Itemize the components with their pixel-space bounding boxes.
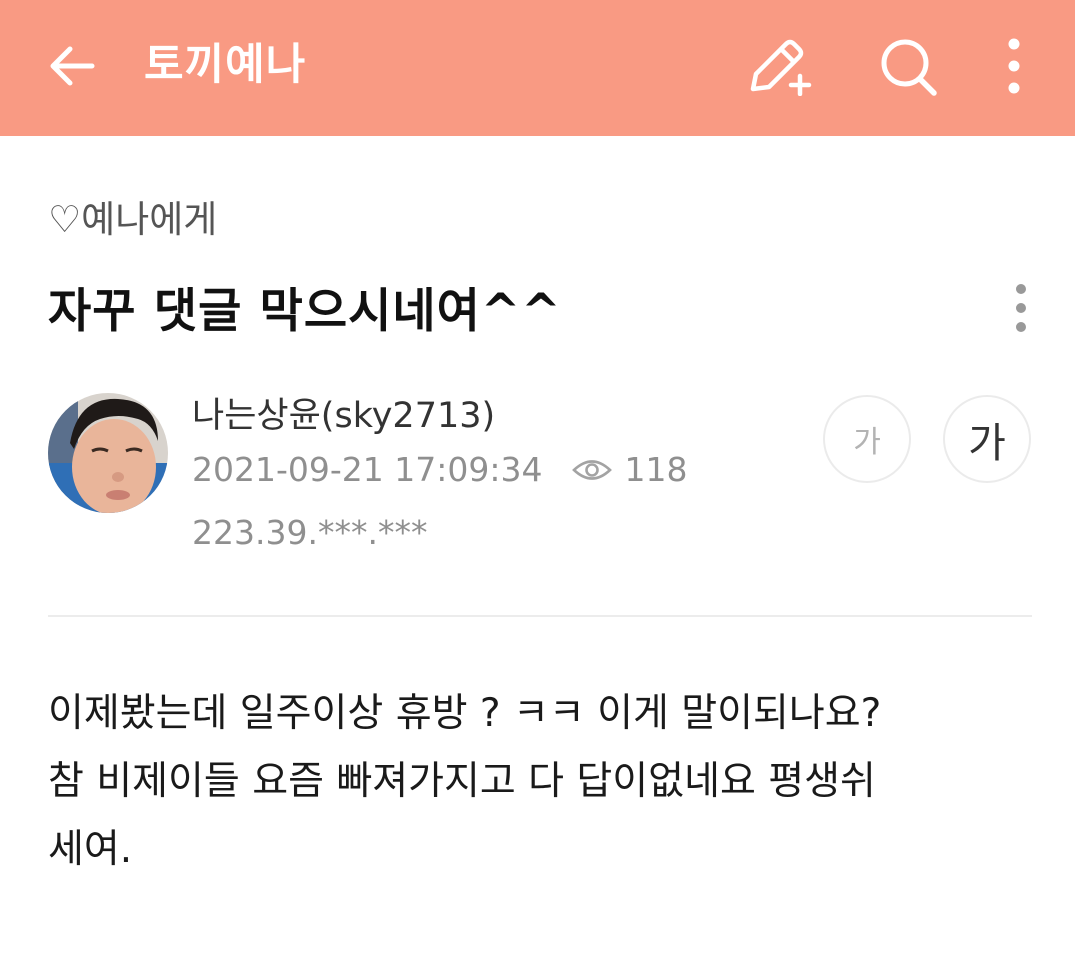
- avatar[interactable]: [48, 393, 168, 513]
- post-category[interactable]: ♡예나에게: [48, 196, 217, 244]
- arrow-left-icon[interactable]: [44, 38, 100, 94]
- author-name[interactable]: 나는상윤(sky2713): [192, 392, 495, 440]
- view-count: 118: [624, 450, 688, 489]
- font-size-decrease-button[interactable]: 가: [823, 395, 911, 483]
- app-header: 토끼예나: [0, 0, 1075, 136]
- post-more-icon[interactable]: [1002, 282, 1040, 334]
- post-meta: 2021-09-21 17:09:34 118: [192, 446, 687, 494]
- post-body-line: 이제봤는데 일주이상 휴방 ? ㅋㅋ 이게 말이되나요?: [48, 691, 882, 736]
- post-date: 2021-09-21 17:09:34: [192, 450, 543, 489]
- post-body-line: 세여.: [48, 827, 133, 872]
- pencil-plus-icon[interactable]: [744, 34, 814, 96]
- post-body-line: 참 비제이들 요즘 빠져가지고 다 답이없네요 평생쉬: [48, 759, 876, 804]
- ip-address: 223.39.***.***: [192, 513, 428, 552]
- board-title: 토끼예나: [144, 40, 307, 90]
- font-size-increase-button[interactable]: 가: [943, 395, 1031, 483]
- post-body: 이제봤는데 일주이상 휴방 ? ㅋㅋ 이게 말이되나요? 참 비제이들 요즘 빠…: [48, 680, 1033, 884]
- post-title: 자꾸 댓글 막으시네여^^: [48, 284, 562, 339]
- divider: [48, 615, 1032, 617]
- more-vertical-icon[interactable]: [996, 36, 1032, 96]
- search-icon[interactable]: [874, 34, 944, 98]
- eye-icon: [572, 460, 613, 480]
